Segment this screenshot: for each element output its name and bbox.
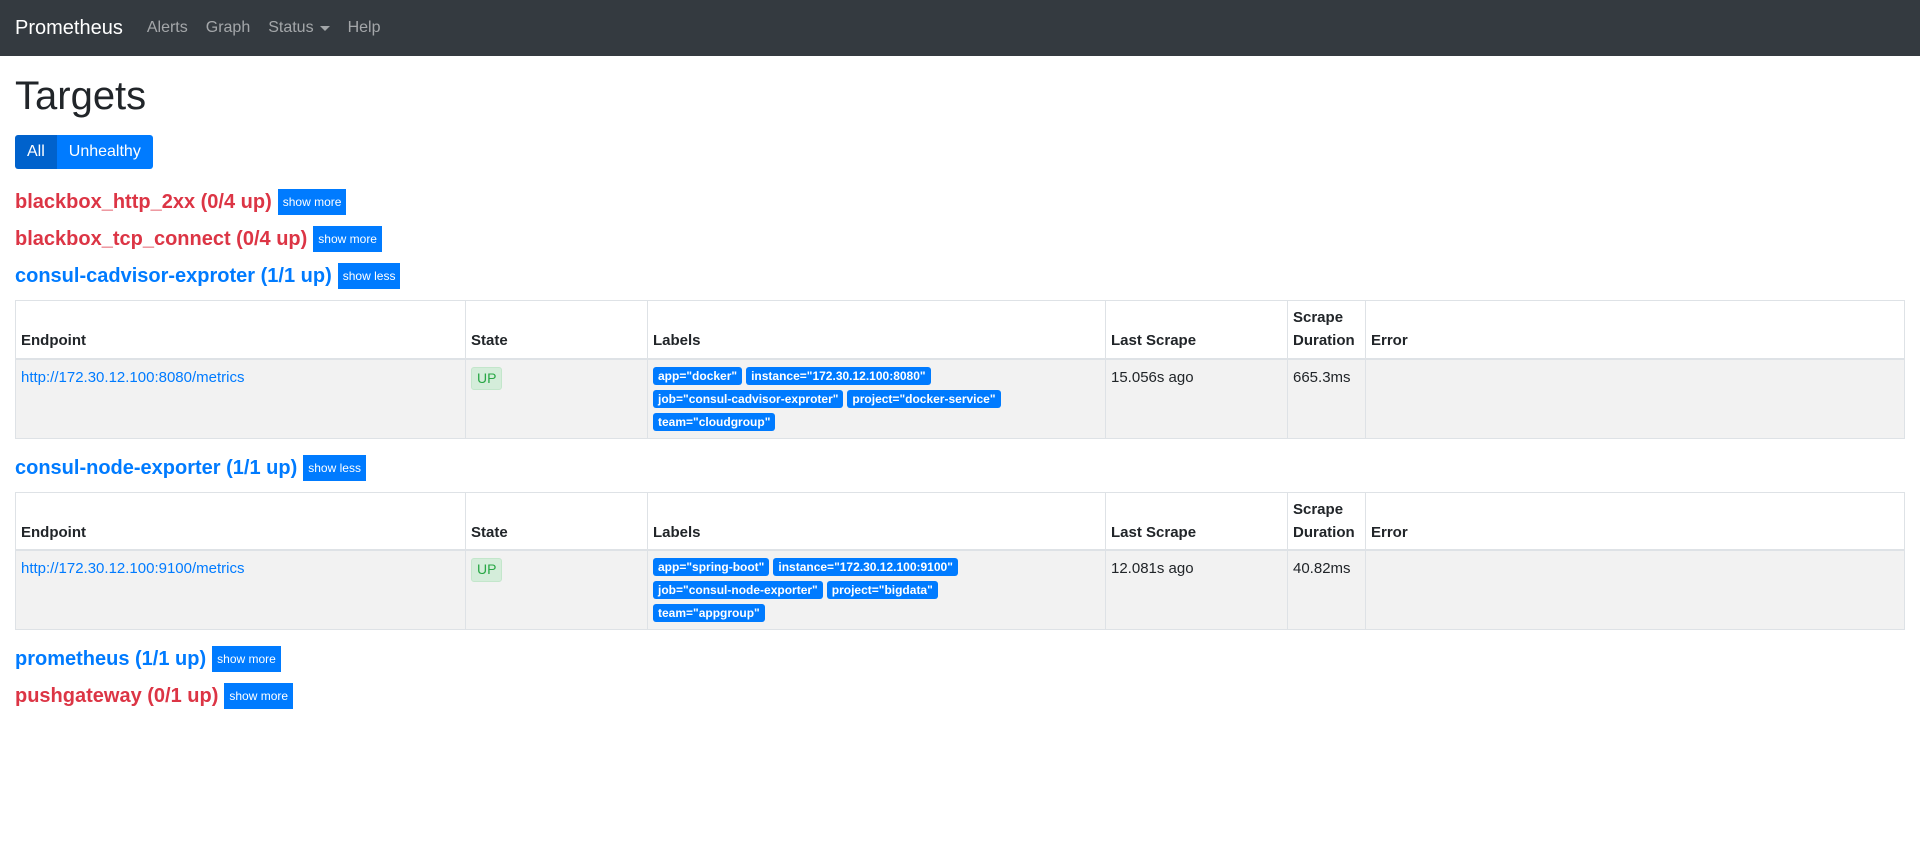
filter-all-button[interactable]: All [15, 135, 57, 169]
label-badge: instance="172.30.12.100:9100" [773, 558, 958, 576]
col-endpoint: Endpoint [15, 300, 466, 360]
job-header: pushgateway (0/1 up) show more [15, 681, 1905, 711]
scrape-duration-cell: 665.3ms [1287, 358, 1366, 438]
last-scrape-cell: 15.056s ago [1105, 358, 1288, 438]
filter-unhealthy-button[interactable]: Unhealthy [56, 135, 153, 169]
labels-cell: app="spring-boot" instance="172.30.12.10… [647, 550, 1106, 630]
nav-status-label: Status [268, 19, 314, 36]
col-scrape-duration: Scrape Duration [1287, 300, 1366, 360]
job-title[interactable]: prometheus (1/1 up) [15, 649, 206, 669]
nav-graph[interactable]: Graph [206, 19, 250, 37]
endpoint-link[interactable]: http://172.30.12.100:9100/metrics [21, 560, 244, 577]
label-badge: job="consul-cadvisor-exproter" [653, 389, 844, 408]
state-cell: UP [465, 550, 648, 630]
labels-cell: app="docker" instance="172.30.12.100:808… [647, 358, 1106, 438]
label-badge: team="appgroup" [653, 604, 765, 622]
top-navbar: Prometheus Alerts Graph Status Help [0, 0, 1920, 56]
error-cell [1365, 358, 1905, 438]
col-error: Error [1365, 492, 1905, 551]
job-title[interactable]: blackbox_http_2xx (0/4 up) [15, 192, 272, 212]
table-row: http://172.30.12.100:9100/metrics UP app… [15, 550, 1905, 630]
col-last-scrape: Last Scrape [1105, 300, 1288, 360]
job-header: prometheus (1/1 up) show more [15, 644, 1905, 674]
endpoint-cell: http://172.30.12.100:9100/metrics [15, 550, 466, 630]
show-less-button[interactable]: show less [303, 454, 366, 481]
table-row: http://172.30.12.100:8080/metrics UP app… [15, 358, 1905, 438]
job-header: blackbox_tcp_connect (0/4 up) show more [15, 224, 1905, 254]
state-badge: UP [471, 366, 503, 391]
brand-link[interactable]: Prometheus [15, 17, 123, 40]
endpoint-cell: http://172.30.12.100:8080/metrics [15, 358, 466, 438]
error-cell [1365, 550, 1905, 630]
col-endpoint: Endpoint [15, 492, 466, 551]
job-title[interactable]: consul-cadvisor-exproter (1/1 up) [15, 266, 332, 286]
job-title[interactable]: pushgateway (0/1 up) [15, 686, 218, 706]
label-badge: project="bigdata" [826, 581, 938, 599]
nav-status-dropdown[interactable]: Status [268, 19, 330, 37]
main-content: Targets All Unhealthy blackbox_http_2xx … [0, 72, 1920, 711]
show-more-button[interactable]: show more [277, 189, 347, 215]
col-state: State [465, 492, 648, 551]
label-badge: team="cloudgroup" [653, 412, 776, 431]
job-title[interactable]: consul-node-exporter (1/1 up) [15, 458, 297, 478]
show-more-button[interactable]: show more [313, 226, 382, 252]
endpoint-link[interactable]: http://172.30.12.100:8080/metrics [21, 369, 244, 386]
label-badge: app="spring-boot" [653, 558, 770, 576]
job-header: consul-cadvisor-exproter (1/1 up) show l… [15, 261, 1905, 291]
label-badge: app="docker" [653, 366, 743, 385]
show-more-button[interactable]: show more [212, 646, 281, 672]
show-more-button[interactable]: show more [224, 683, 294, 709]
col-labels: Labels [647, 492, 1106, 551]
state-badge: UP [471, 558, 503, 582]
col-scrape-duration: Scrape Duration [1287, 492, 1366, 551]
nav-help[interactable]: Help [348, 19, 381, 37]
label-badge: job="consul-node-exporter" [653, 581, 823, 599]
job-header: blackbox_http_2xx (0/4 up) show more [15, 187, 1905, 217]
caret-down-icon [319, 25, 330, 31]
last-scrape-cell: 12.081s ago [1105, 550, 1288, 630]
job-header: consul-node-exporter (1/1 up) show less [15, 453, 1905, 483]
show-less-button[interactable]: show less [337, 263, 401, 289]
col-error: Error [1365, 300, 1905, 360]
col-labels: Labels [647, 300, 1106, 360]
job-title[interactable]: blackbox_tcp_connect (0/4 up) [15, 229, 307, 249]
table-header-row: Endpoint State Labels Last Scrape Scrape… [15, 492, 1905, 551]
state-cell: UP [465, 358, 648, 438]
filter-button-group: All Unhealthy [15, 135, 153, 169]
col-state: State [465, 300, 648, 360]
targets-table: Endpoint State Labels Last Scrape Scrape… [15, 300, 1905, 439]
table-header-row: Endpoint State Labels Last Scrape Scrape… [15, 300, 1905, 360]
col-last-scrape: Last Scrape [1105, 492, 1288, 551]
label-badge: project="docker-service" [847, 389, 1001, 408]
nav-alerts[interactable]: Alerts [147, 19, 188, 37]
label-badge: instance="172.30.12.100:8080" [746, 366, 931, 385]
page-title: Targets [15, 74, 147, 118]
targets-table: Endpoint State Labels Last Scrape Scrape… [15, 491, 1905, 630]
scrape-duration-cell: 40.82ms [1287, 550, 1366, 630]
